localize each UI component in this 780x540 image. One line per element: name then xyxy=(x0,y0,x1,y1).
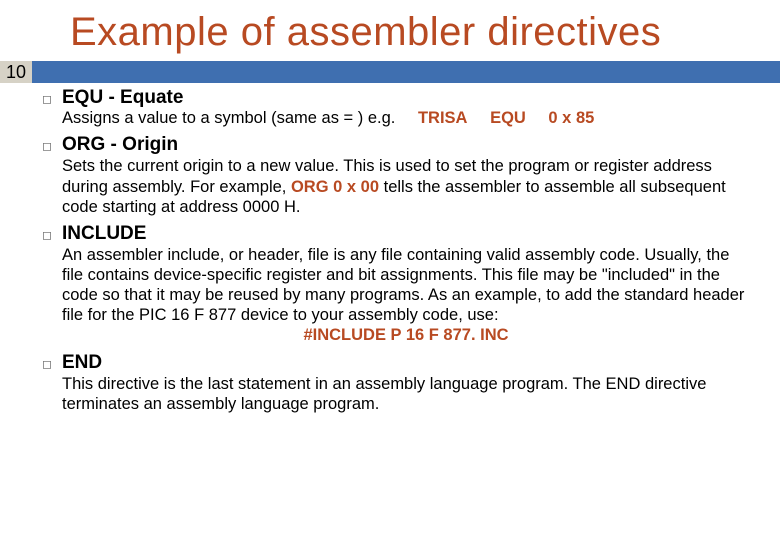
bullet-icon: ◻ xyxy=(42,137,58,156)
bullet-icon: ◻ xyxy=(42,355,58,374)
item-heading: END xyxy=(62,352,102,374)
item-org: ◻ ORG - Origin Sets the current origin t… xyxy=(42,134,750,217)
include-code: #INCLUDE P 16 F 877. INC xyxy=(62,325,750,345)
equ-text: Assigns a value to a symbol (same as = )… xyxy=(62,109,395,127)
org-code: ORG 0 x 00 xyxy=(291,178,379,196)
equ-trisa: TRISA xyxy=(418,109,468,127)
item-equ: ◻ EQU - Equate Assigns a value to a symb… xyxy=(42,87,750,128)
item-end: ◻ END This directive is the last stateme… xyxy=(42,352,750,414)
bullet-icon: ◻ xyxy=(42,90,58,109)
item-body: This directive is the last statement in … xyxy=(62,374,750,414)
page-number: 10 xyxy=(0,61,32,83)
slide: Example of assembler directives 10 ◻ EQU… xyxy=(0,0,780,540)
item-heading: EQU - Equate xyxy=(62,87,183,109)
bullet-icon: ◻ xyxy=(42,226,58,245)
item-body: An assembler include, or header, file is… xyxy=(62,245,750,326)
item-include: ◻ INCLUDE An assembler include, or heade… xyxy=(42,223,750,346)
item-heading: ORG - Origin xyxy=(62,134,178,156)
equ-keyword: EQU xyxy=(490,109,526,127)
item-body: Sets the current origin to a new value. … xyxy=(62,156,750,216)
content-area: ◻ EQU - Equate Assigns a value to a symb… xyxy=(0,83,780,414)
accent-bar xyxy=(32,61,780,83)
item-heading: INCLUDE xyxy=(62,223,146,245)
slide-title: Example of assembler directives xyxy=(0,0,780,61)
equ-value: 0 x 85 xyxy=(548,109,594,127)
page-number-row: 10 xyxy=(0,61,780,83)
item-body: Assigns a value to a symbol (same as = )… xyxy=(62,109,750,128)
